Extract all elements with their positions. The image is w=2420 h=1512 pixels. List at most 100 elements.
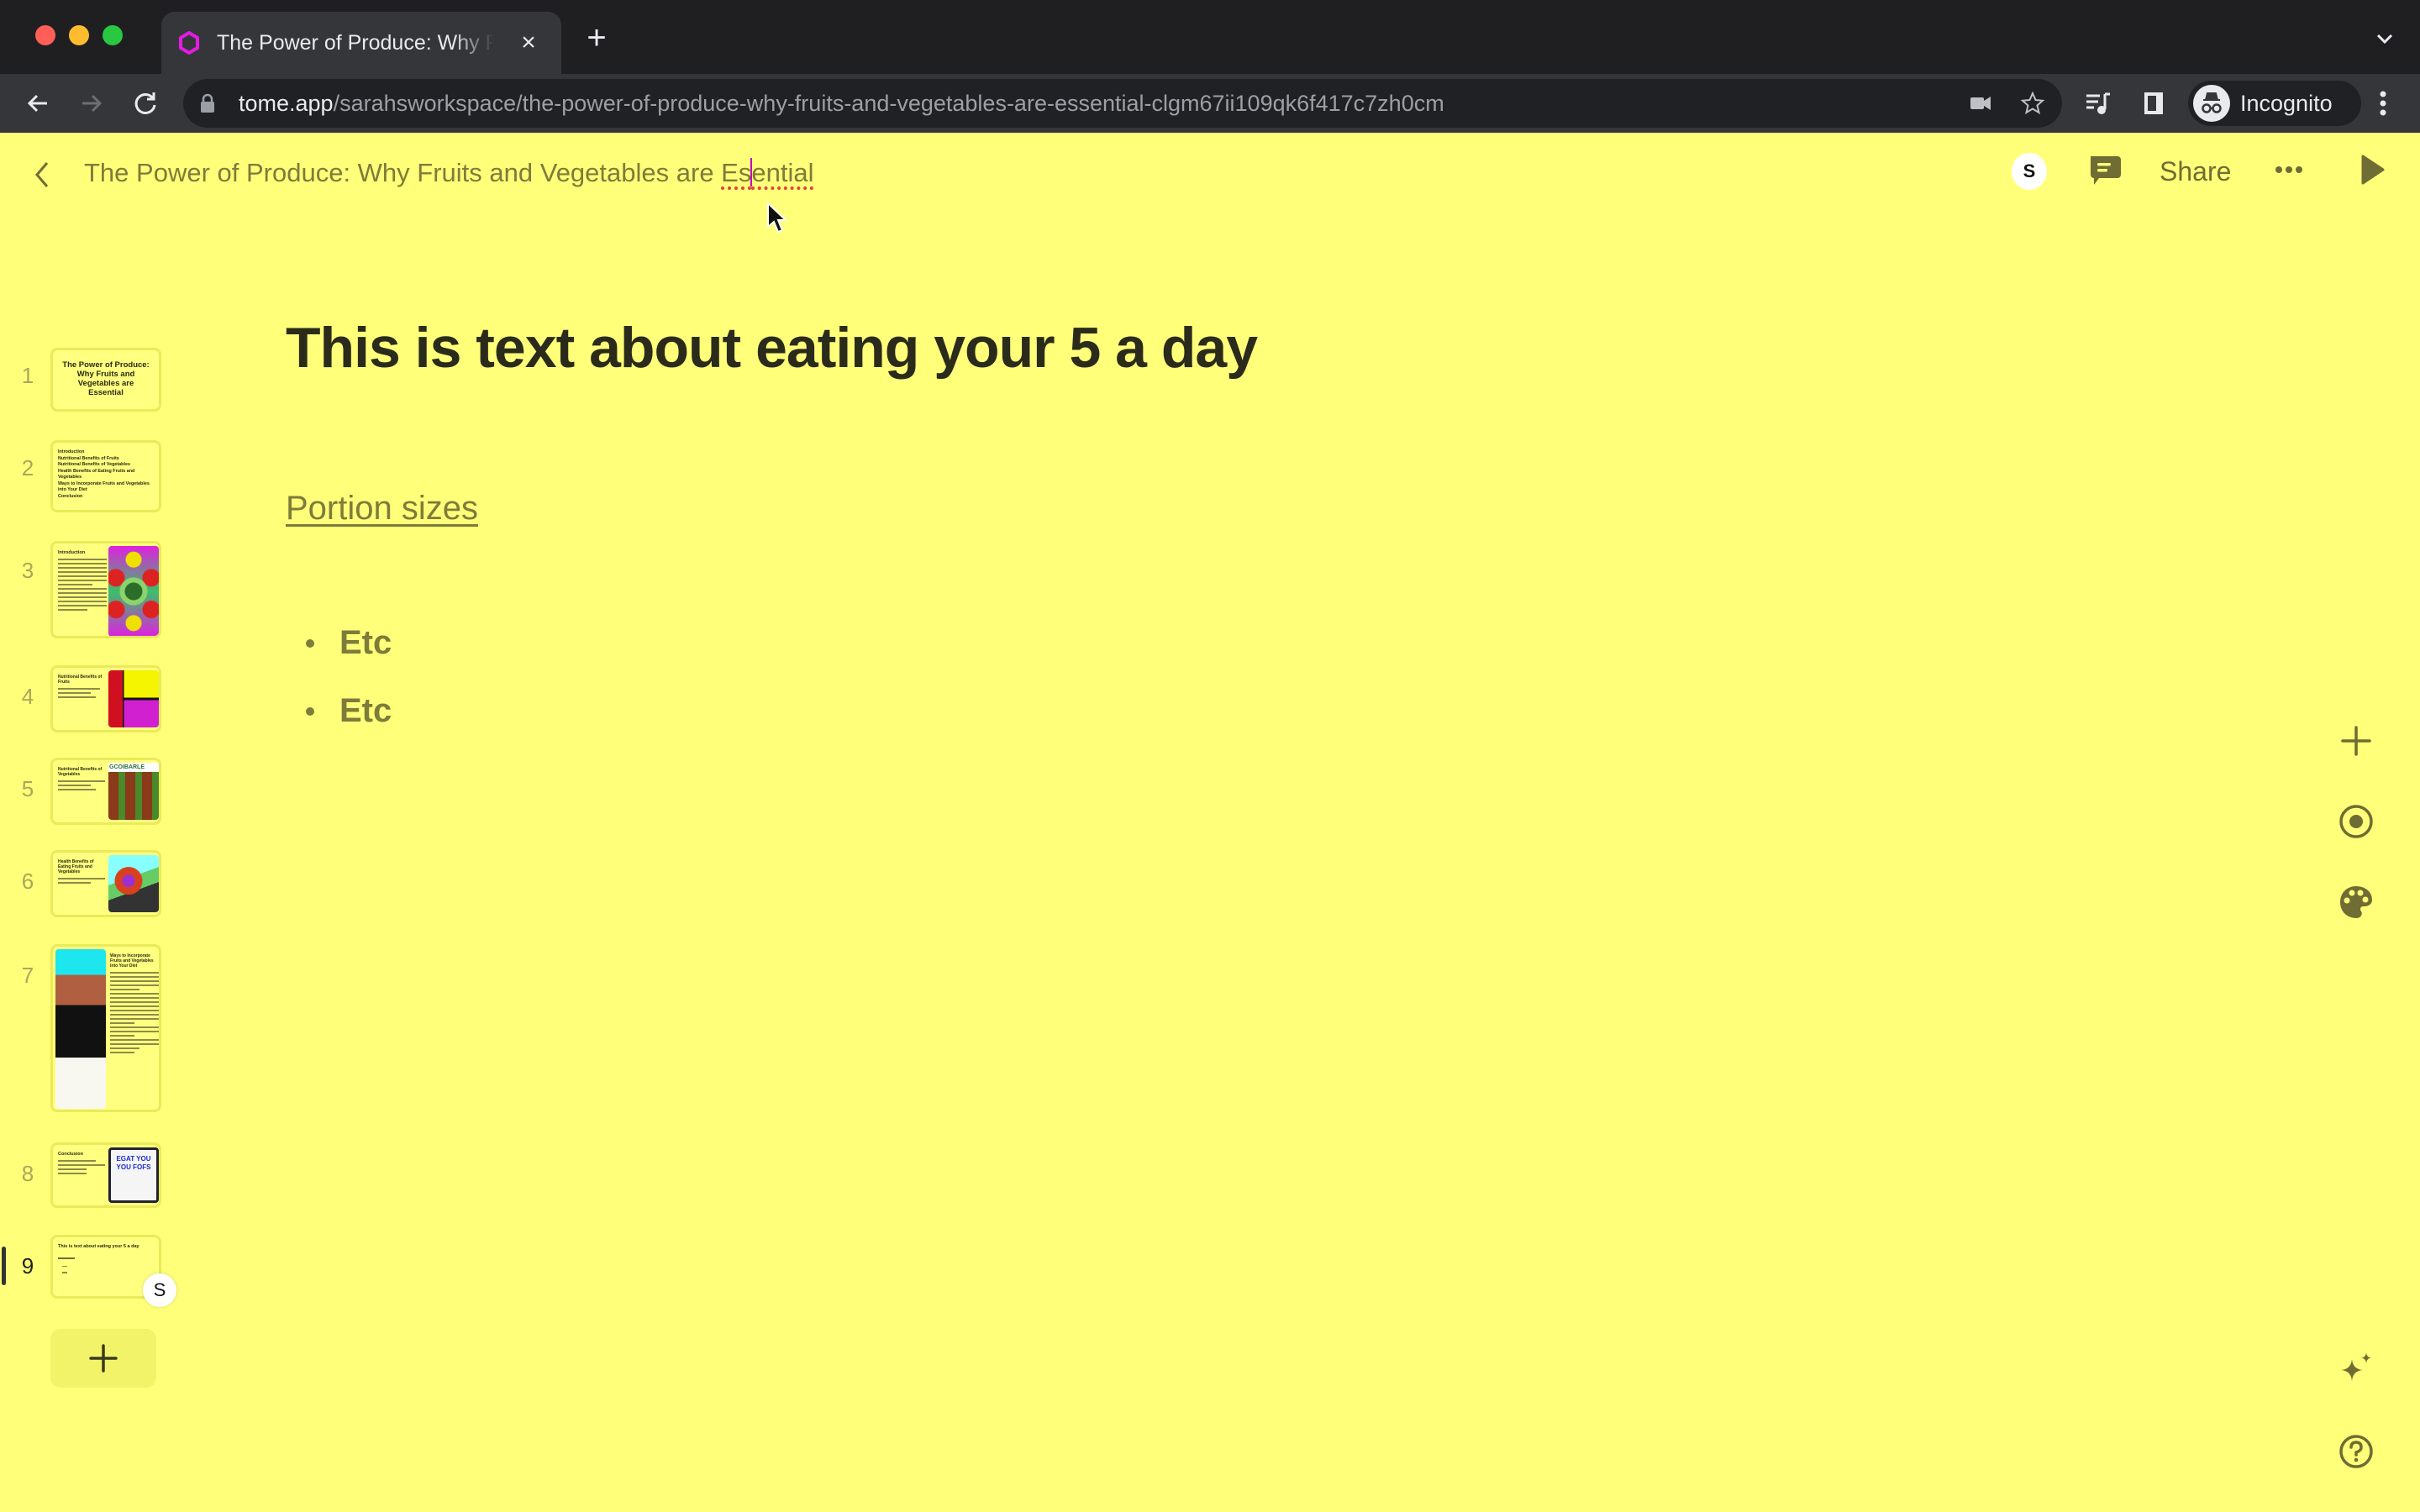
misspelled-word[interactable]: Esential (721, 158, 813, 187)
tome-logo-icon (179, 31, 199, 55)
window-close-button[interactable] (35, 25, 55, 45)
protest-sign-image: EGAT YOU YOU FOFS (108, 1147, 159, 1203)
more-horizontal-icon[interactable] (2270, 151, 2307, 188)
thumbnail-body-text (58, 1160, 105, 1174)
slide-title[interactable]: This is text about eating your 5 a day (286, 312, 1258, 383)
image-caption: GCOIBARLE (108, 763, 159, 772)
thumbnail-body-text (58, 878, 105, 884)
browser-chrome: The Power of Produce: Why Fruits and Veg… (0, 0, 2420, 133)
page-thumbnail-2[interactable]: Introduction Nutritional Benefits of Fru… (50, 440, 161, 512)
page-number: 8 (21, 1161, 34, 1186)
active-page-indicator (2, 1247, 6, 1285)
side-panel-icon[interactable] (2139, 89, 2168, 118)
tab-title: The Power of Produce: Why Fruits and Veg… (217, 31, 494, 55)
thumbnail-title: Conclusion (58, 1152, 83, 1157)
add-tile-icon (2341, 726, 2371, 756)
help-button[interactable] (2338, 1433, 2375, 1470)
back-button[interactable] (22, 87, 54, 119)
bullet-list: Etc Etc (302, 622, 392, 758)
new-tab-button[interactable]: + (580, 21, 613, 55)
page-number: 7 (21, 963, 34, 988)
comment-icon[interactable] (2086, 151, 2123, 188)
fruit-collage-image (108, 546, 159, 636)
play-icon[interactable] (2353, 151, 2390, 188)
back-arrow-icon (27, 94, 47, 113)
tab-strip: The Power of Produce: Why Fruits and Veg… (0, 0, 2420, 74)
theme-palette-icon (2340, 886, 2372, 918)
thumbnail-body-text (58, 780, 105, 790)
browser-tab-active[interactable]: The Power of Produce: Why Fruits and Veg… (161, 12, 561, 74)
thumbnail-item: Introduction (58, 449, 85, 454)
page-number: 1 (21, 363, 34, 388)
page-number: 9 (21, 1253, 34, 1278)
mouse-pointer-icon (767, 202, 788, 234)
thumbnail-item: Conclusion (58, 493, 83, 499)
window-maximize-button[interactable] (103, 25, 123, 45)
thumbnail-bullet (62, 1265, 67, 1267)
thumbnail-item: Health Benefits of Eating Fruits and Veg… (58, 468, 135, 480)
incognito-label: Incognito (2240, 91, 2333, 116)
lock-icon[interactable] (200, 93, 215, 113)
thumbnail-body-text (58, 559, 107, 611)
chevron-down-icon[interactable] (2373, 27, 2396, 50)
url-text[interactable]: tome.app/sarahsworkspace/the-power-of-pr… (239, 89, 1444, 118)
thumbnail-bullet (62, 1272, 67, 1273)
thumbnail-title: The Power of Produce: Why Fruits and Veg… (62, 360, 150, 397)
thumbnail-item: Ways to Incorporate Fruits and Vegetable… (58, 480, 150, 493)
thumbnail-title: Ways to Incorporate Fruits and Vegetable… (110, 953, 154, 969)
bullet-item[interactable]: Etc (302, 622, 392, 664)
forward-arrow-icon (82, 94, 103, 113)
thumbnail-title: Health Benefits of Eating Fruits and Veg… (58, 859, 94, 874)
page-number: 3 (21, 558, 34, 583)
thumbnail-link (58, 1257, 75, 1259)
page-number: 6 (21, 869, 34, 894)
thumbnail-body-text (58, 688, 105, 698)
vegetable-stall-image: GCOIBARLE (108, 763, 159, 820)
record-button[interactable] (2338, 803, 2375, 840)
ai-sparkle-icon (2341, 1352, 2371, 1381)
thumbnail-presence-avatar: S (143, 1273, 176, 1307)
share-button[interactable]: Share (2160, 153, 2231, 190)
presence-avatar[interactable]: S (2012, 153, 2047, 190)
thumbnail-title: This is text about eating your 5 a day (58, 1244, 139, 1249)
reload-icon (134, 92, 156, 114)
incognito-profile-button[interactable]: Incognito (2188, 81, 2361, 126)
produce-basket-image (108, 855, 159, 912)
page-thumbnail-5[interactable]: Nutritional Benefits of Vegetables GCOIB… (50, 758, 161, 825)
reload-button[interactable] (129, 87, 161, 119)
help-icon (2339, 1435, 2373, 1468)
add-tile-button[interactable] (2338, 722, 2375, 759)
plus-icon (89, 1344, 118, 1373)
person-eating-image (55, 949, 106, 1109)
page-thumbnail-7[interactable]: Ways to Incorporate Fruits and Vegetable… (50, 944, 161, 1112)
fruit-popart-image (108, 670, 159, 727)
record-icon (2339, 805, 2373, 838)
document-title-input[interactable]: The Power of Produce: Why Fruits and Veg… (84, 156, 813, 190)
media-control-icon[interactable] (2084, 89, 2112, 118)
window-minimize-button[interactable] (69, 25, 89, 45)
page-thumbnail-8[interactable]: Conclusion EGAT YOU YOU FOFS (50, 1142, 161, 1208)
camera-blocked-icon[interactable] (1968, 91, 1993, 116)
thumbnail-item: Nutritional Benefits of Fruits (58, 455, 119, 461)
page-thumbnail-4[interactable]: Nutritional Benefits of Fruits (50, 665, 161, 732)
bullet-item[interactable]: Etc (302, 690, 392, 732)
portion-sizes-link[interactable]: Portion sizes (286, 487, 478, 529)
thumbnail-title: Nutritional Benefits of Fruits (58, 675, 103, 685)
page-number: 2 (21, 455, 34, 480)
ai-assistant-button[interactable] (2338, 1351, 2375, 1388)
incognito-icon (2193, 85, 2230, 122)
add-page-button[interactable] (50, 1329, 156, 1388)
page-thumbnail-1[interactable]: The Power of Produce: Why Fruits and Veg… (50, 348, 161, 412)
thumbnail-body-text (110, 972, 159, 1053)
kebab-menu-icon[interactable] (2375, 87, 2391, 119)
forward-button[interactable] (76, 87, 108, 119)
theme-button[interactable] (2338, 884, 2375, 921)
page-thumbnail-6[interactable]: Health Benefits of Eating Fruits and Veg… (50, 850, 161, 917)
address-bar[interactable]: tome.app/sarahsworkspace/the-power-of-pr… (183, 79, 2062, 128)
close-icon[interactable]: × (514, 29, 543, 57)
page-number: 4 (21, 684, 34, 709)
app-header: The Power of Produce: Why Fruits and Veg… (0, 133, 2420, 213)
star-icon[interactable] (2020, 91, 2045, 116)
page-thumbnail-3[interactable]: Introduction (50, 541, 161, 638)
chevron-left-icon[interactable] (29, 158, 57, 192)
